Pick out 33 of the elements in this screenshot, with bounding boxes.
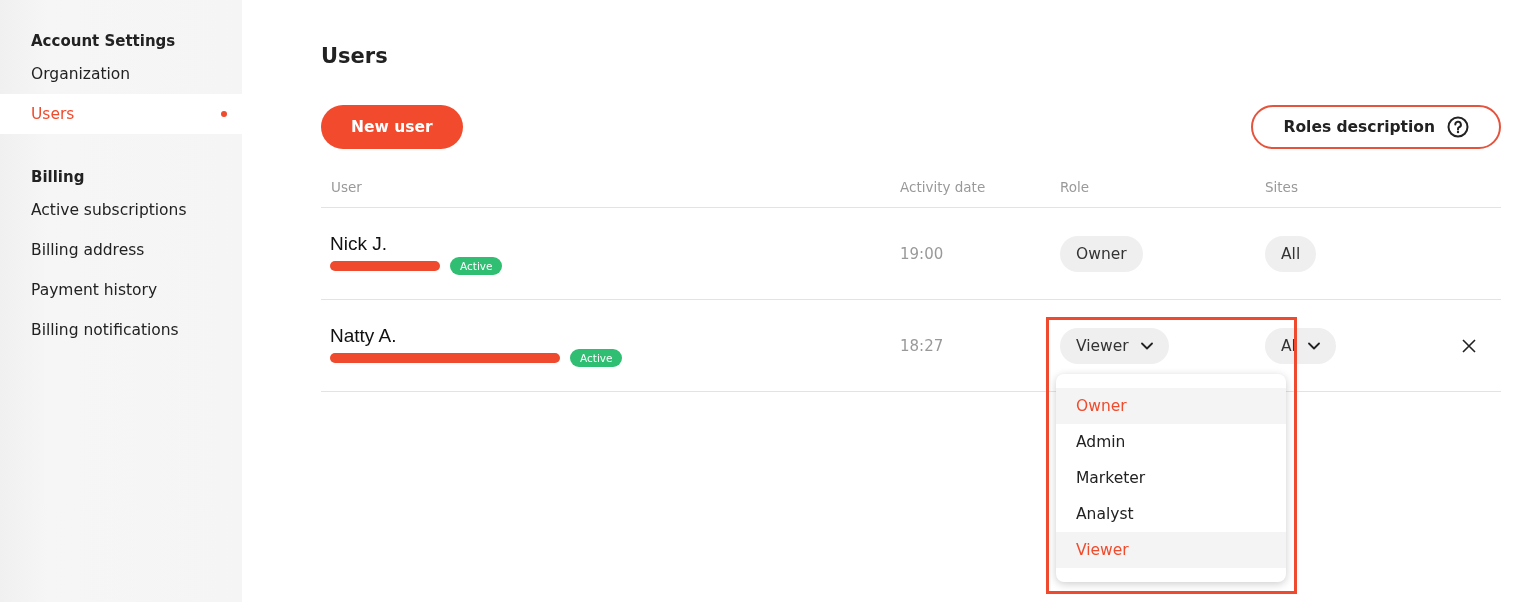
column-header: Sites: [1265, 179, 1298, 195]
status-badge: Active: [450, 256, 503, 275]
role-dropdown[interactable]: Viewer: [1060, 327, 1169, 364]
column-header: User: [331, 179, 362, 195]
role-option[interactable]: Analyst: [1056, 496, 1286, 532]
new-user-button[interactable]: New user: [321, 105, 463, 149]
role-dropdown[interactable]: Owner: [1060, 235, 1143, 272]
close-icon[interactable]: [1461, 337, 1477, 354]
sidebar-heading: Account Settings: [30, 31, 177, 52]
page-title: Users: [321, 43, 388, 70]
column-header: Role: [1060, 179, 1090, 195]
sidebar-item[interactable]: Billing address: [0, 230, 242, 270]
activity-date: 18:27: [900, 336, 944, 355]
roles-description-button[interactable]: Roles description: [1251, 105, 1501, 149]
help-icon: [1447, 116, 1469, 138]
sidebar-item[interactable]: Users: [0, 94, 242, 134]
sites-dropdown[interactable]: All: [1265, 235, 1317, 272]
sidebar-item[interactable]: Active subscriptions: [0, 190, 242, 230]
chevron-down-icon: [1307, 341, 1320, 350]
sidebar-item[interactable]: Payment history: [0, 270, 242, 310]
active-dot-icon: [221, 111, 227, 117]
sites-dropdown[interactable]: Al: [1265, 327, 1336, 364]
activity-date: 19:00: [900, 244, 944, 263]
role-option[interactable]: Marketer: [1056, 460, 1286, 496]
sidebar-item[interactable]: Billing notifications: [0, 310, 242, 350]
role-option[interactable]: Admin: [1056, 424, 1286, 460]
column-header: Activity date: [900, 179, 986, 195]
chevron-down-icon: [1140, 341, 1153, 350]
status-badge: Active: [570, 348, 623, 367]
user-name: Nick J.: [330, 232, 387, 255]
user-name: Natty A.: [330, 324, 397, 347]
sidebar-heading: Billing: [30, 167, 86, 188]
sidebar-item[interactable]: Organization: [0, 54, 242, 94]
